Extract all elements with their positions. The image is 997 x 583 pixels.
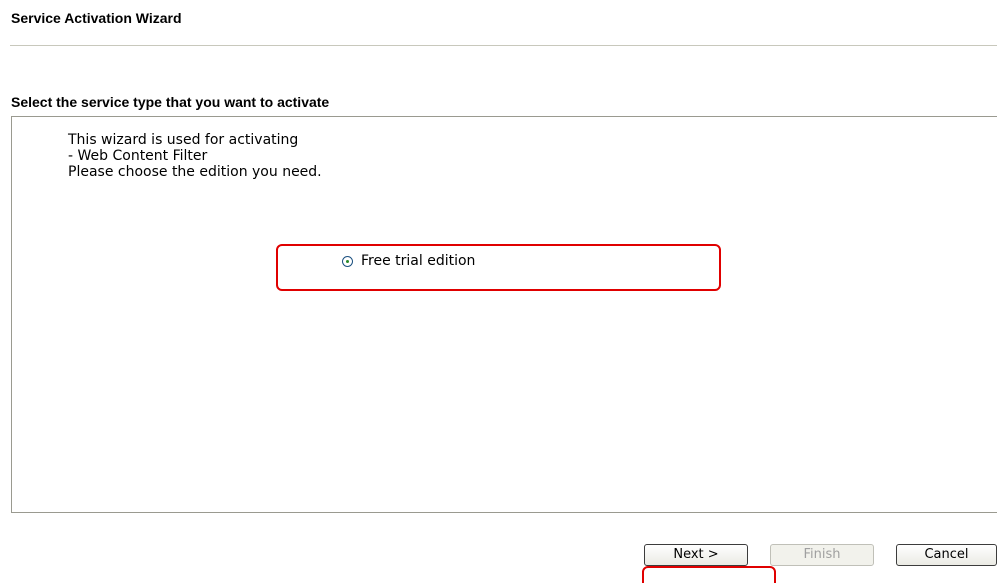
wizard-description: This wizard is used for activating - Web… bbox=[68, 132, 322, 180]
finish-button: Finish bbox=[770, 544, 874, 566]
free-trial-radio[interactable] bbox=[342, 255, 353, 267]
next-highlight-box bbox=[642, 566, 776, 583]
description-line: Please choose the edition you need. bbox=[68, 164, 322, 180]
free-trial-label[interactable]: Free trial edition bbox=[361, 253, 475, 269]
cancel-button[interactable]: Cancel bbox=[896, 544, 997, 566]
description-line: This wizard is used for activating bbox=[68, 132, 299, 148]
section-title: Select the service type that you want to… bbox=[11, 94, 330, 110]
free-trial-option[interactable]: Free trial edition bbox=[342, 253, 475, 269]
page-title: Service Activation Wizard bbox=[11, 10, 182, 26]
next-button[interactable]: Next > bbox=[644, 544, 748, 566]
title-divider bbox=[10, 45, 997, 46]
radio-selected-dot bbox=[346, 259, 349, 263]
description-line: - Web Content Filter bbox=[68, 148, 208, 164]
